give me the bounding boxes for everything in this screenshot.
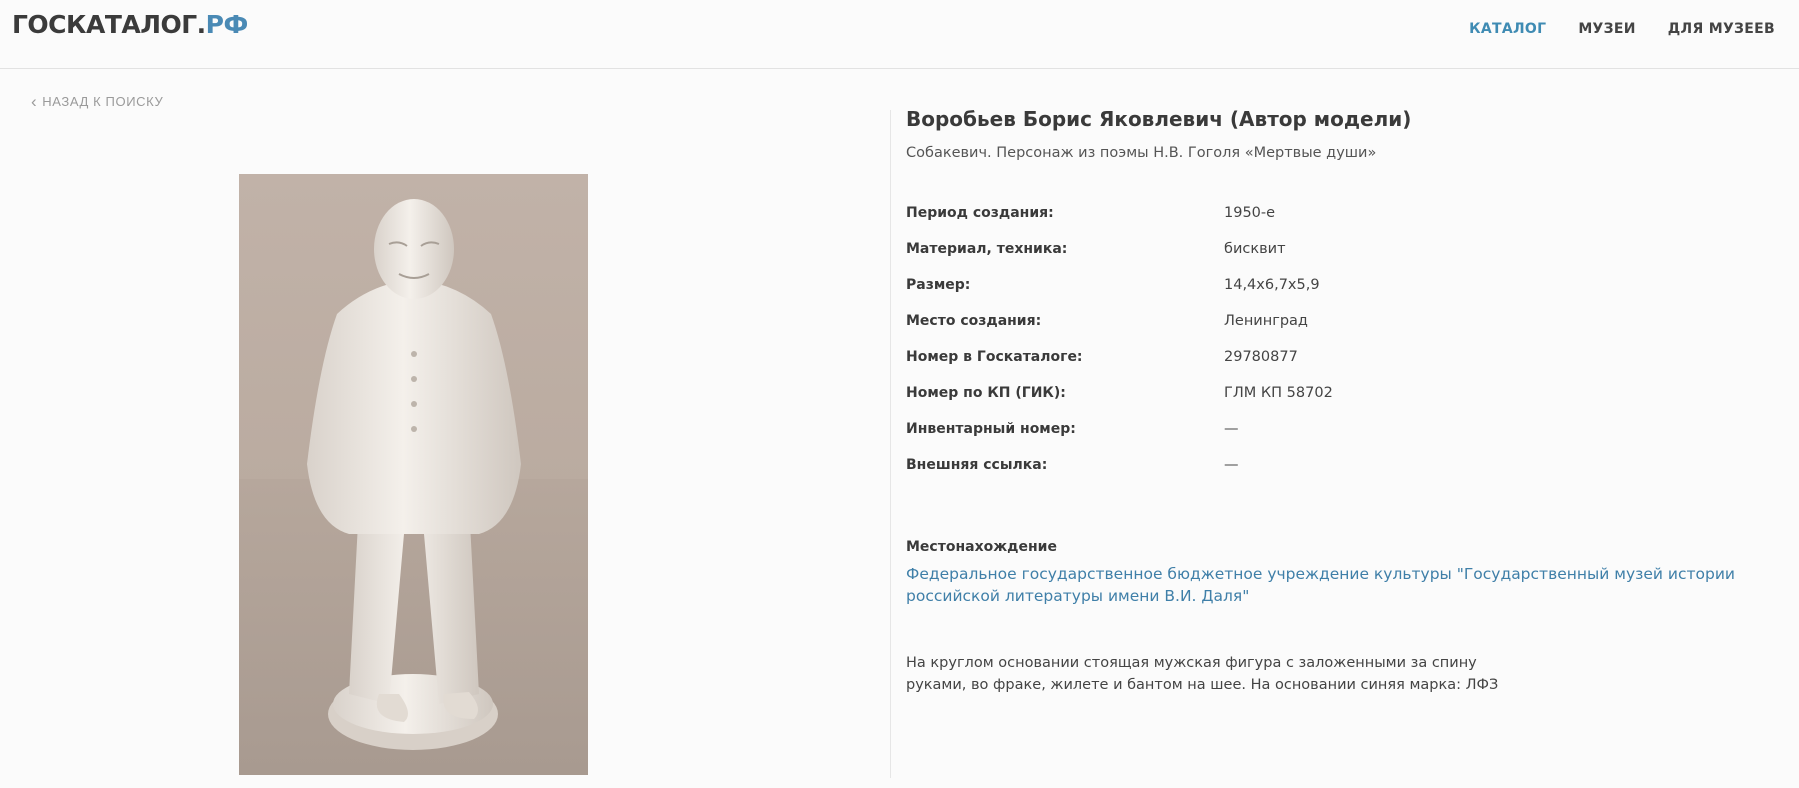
property-label: Материал, техника:: [906, 241, 1068, 257]
logo-suffix-text: РФ: [205, 10, 249, 39]
nav-museums[interactable]: МУЗЕИ: [1578, 21, 1635, 37]
property-value: ГЛМ КП 58702: [1224, 385, 1333, 401]
nav-catalog[interactable]: КАТАЛОГ: [1469, 21, 1546, 37]
logo-main-text: ГОСКАТАЛОГ.: [12, 10, 206, 39]
item-title: Собакевич. Персонаж из поэмы Н.В. Гоголя…: [906, 145, 1377, 161]
item-details: Воробьев Борис Яковлевич (Автор модели) …: [906, 107, 1799, 696]
property-label: Внешняя ссылка:: [906, 457, 1048, 473]
main-content: ‹ НАЗАД К ПОИСКУ Воробьев Борис Яковлеви…: [0, 69, 1799, 788]
property-value: 14,4х6,7х5,9: [1224, 277, 1320, 293]
property-label: Размер:: [906, 277, 971, 293]
location-heading: Местонахождение: [906, 539, 1057, 555]
item-photo[interactable]: [239, 174, 588, 775]
item-description: На круглом основании стоящая мужская фиг…: [906, 655, 1499, 693]
property-value: Ленинград: [1224, 313, 1308, 329]
location-museum-link[interactable]: Федеральное государственное бюджетное уч…: [906, 563, 1799, 607]
main-nav: КАТАЛОГ МУЗЕИ ДЛЯ МУЗЕЕВ: [1437, 21, 1775, 37]
properties-list: Период создания: 1950-е Материал, техник…: [906, 195, 1799, 483]
property-external-link: Внешняя ссылка: —: [906, 447, 1799, 483]
property-value: —: [1224, 421, 1239, 437]
site-logo[interactable]: ГОСКАТАЛОГ.РФ: [12, 10, 248, 39]
property-size: Размер: 14,4х6,7х5,9: [906, 267, 1799, 303]
property-label: Номер по КП (ГИК):: [906, 385, 1066, 401]
property-inventory-number: Инвентарный номер: —: [906, 411, 1799, 447]
property-value: —: [1224, 457, 1239, 473]
property-label: Инвентарный номер:: [906, 421, 1076, 437]
property-value: 1950-е: [1224, 205, 1276, 221]
back-to-search-link[interactable]: ‹ НАЗАД К ПОИСКУ: [31, 93, 163, 110]
property-value: 29780877: [1224, 349, 1298, 365]
figurine-image: [307, 199, 521, 750]
property-catalog-number: Номер в Госкаталоге: 29780877: [906, 339, 1799, 375]
nav-for-museums[interactable]: ДЛЯ МУЗЕЕВ: [1668, 21, 1775, 37]
chevron-left-icon: ‹: [31, 92, 38, 111]
property-value: бисквит: [1224, 241, 1286, 257]
column-divider: [890, 110, 891, 778]
property-label: Место создания:: [906, 313, 1042, 329]
back-link-label: НАЗАД К ПОИСКУ: [42, 94, 164, 109]
site-header: ГОСКАТАЛОГ.РФ КАТАЛОГ МУЗЕИ ДЛЯ МУЗЕЕВ: [0, 0, 1799, 69]
property-period: Период создания: 1950-е: [906, 195, 1799, 231]
property-label: Номер в Госкаталоге:: [906, 349, 1083, 365]
property-place: Место создания: Ленинград: [906, 303, 1799, 339]
property-label: Период создания:: [906, 205, 1054, 221]
property-material: Материал, техника: бисквит: [906, 231, 1799, 267]
item-author: Воробьев Борис Яковлевич (Автор модели): [906, 107, 1412, 131]
property-kp-number: Номер по КП (ГИК): ГЛМ КП 58702: [906, 375, 1799, 411]
